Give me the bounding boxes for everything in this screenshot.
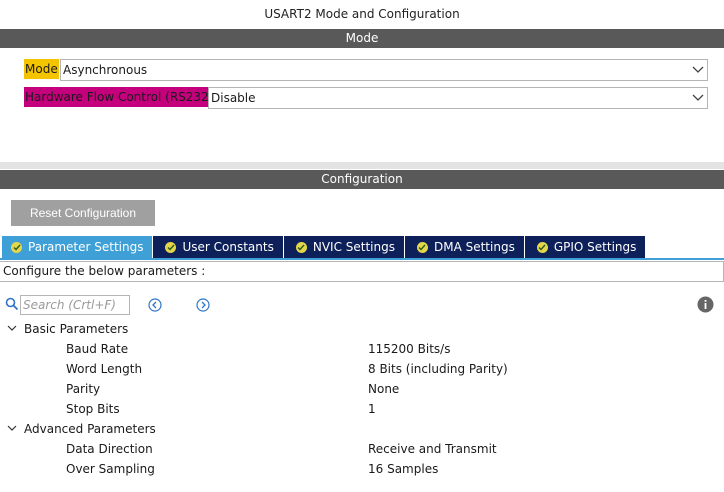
parameter-row[interactable]: Over Sampling 16 Samples: [0, 459, 724, 479]
hardware-flow-control-row: Hardware Flow Control (RS232) Disable: [24, 87, 708, 109]
tab-underline: [0, 258, 724, 260]
parameter-name: Data Direction: [66, 442, 153, 456]
check-circle-icon: [11, 241, 22, 253]
chevron-down-icon: [7, 425, 17, 431]
search-input[interactable]: [20, 295, 130, 315]
chevron-down-icon: [692, 66, 704, 73]
tab-nvic-settings[interactable]: NVIC Settings: [283, 236, 405, 258]
hardware-flow-control-select[interactable]: Disable: [208, 87, 708, 109]
config-tabs: Parameter Settings User Constants NVIC S…: [2, 236, 647, 258]
info-icon[interactable]: [697, 296, 714, 313]
configure-instruction: Configure the below parameters :: [0, 261, 724, 282]
next-result-icon[interactable]: [196, 298, 210, 312]
hardware-flow-control-value: Disable: [211, 91, 256, 105]
mode-select[interactable]: Asynchronous: [60, 59, 708, 81]
tab-label: User Constants: [182, 240, 274, 254]
parameter-name: Stop Bits: [66, 402, 120, 416]
parameter-value: Receive and Transmit: [368, 442, 497, 456]
tab-gpio-settings[interactable]: GPIO Settings: [524, 236, 647, 258]
mode-label: Mode: [24, 59, 59, 79]
reset-configuration-button[interactable]: Reset Configuration: [11, 200, 155, 226]
check-circle-icon: [295, 241, 307, 253]
group-label: Advanced Parameters: [24, 422, 156, 436]
hardware-flow-control-label: Hardware Flow Control (RS232): [24, 87, 215, 107]
tab-user-constants[interactable]: User Constants: [153, 236, 284, 258]
parameter-row[interactable]: Data Direction Receive and Transmit: [0, 439, 724, 459]
parameter-value: 1: [368, 402, 376, 416]
mode-field-row: Mode Asynchronous: [24, 59, 708, 81]
parameter-name: Word Length: [66, 362, 143, 376]
parameter-row[interactable]: Parity None: [0, 379, 724, 399]
tab-label: GPIO Settings: [553, 240, 637, 254]
parameter-row[interactable]: Baud Rate 115200 Bits/s: [0, 339, 724, 359]
previous-result-icon[interactable]: [148, 298, 162, 312]
tab-dma-settings[interactable]: DMA Settings: [404, 236, 525, 258]
basic-parameters-group[interactable]: Basic Parameters: [0, 319, 724, 339]
window-title: USART2 Mode and Configuration: [264, 7, 460, 21]
mode-section-header: Mode: [0, 29, 724, 48]
check-circle-icon: [416, 241, 428, 253]
section-divider: [0, 162, 724, 169]
chevron-down-icon: [692, 94, 704, 101]
parameter-row[interactable]: Word Length 8 Bits (including Parity): [0, 359, 724, 379]
chevron-down-icon: [7, 325, 17, 331]
parameter-row[interactable]: Stop Bits 1: [0, 399, 724, 419]
parameter-value: 16 Samples: [368, 462, 439, 476]
parameter-name: Over Sampling: [66, 462, 155, 476]
search-icon[interactable]: [5, 297, 19, 311]
configuration-section-header: Configuration: [0, 170, 724, 189]
check-circle-icon: [165, 241, 177, 253]
tab-label: NVIC Settings: [312, 240, 395, 254]
tab-label: DMA Settings: [433, 240, 515, 254]
parameter-value: 115200 Bits/s: [368, 342, 451, 356]
tab-label: Parameter Settings: [28, 240, 144, 254]
parameter-name: Baud Rate: [66, 342, 129, 356]
parameter-name: Parity: [66, 382, 101, 396]
check-circle-icon: [536, 241, 548, 253]
tab-parameter-settings[interactable]: Parameter Settings: [2, 236, 154, 258]
group-label: Basic Parameters: [24, 322, 129, 336]
parameter-value: None: [368, 382, 400, 396]
mode-select-value: Asynchronous: [63, 63, 148, 77]
advanced-parameters-group[interactable]: Advanced Parameters: [0, 419, 724, 439]
parameter-value: 8 Bits (including Parity): [368, 362, 508, 376]
